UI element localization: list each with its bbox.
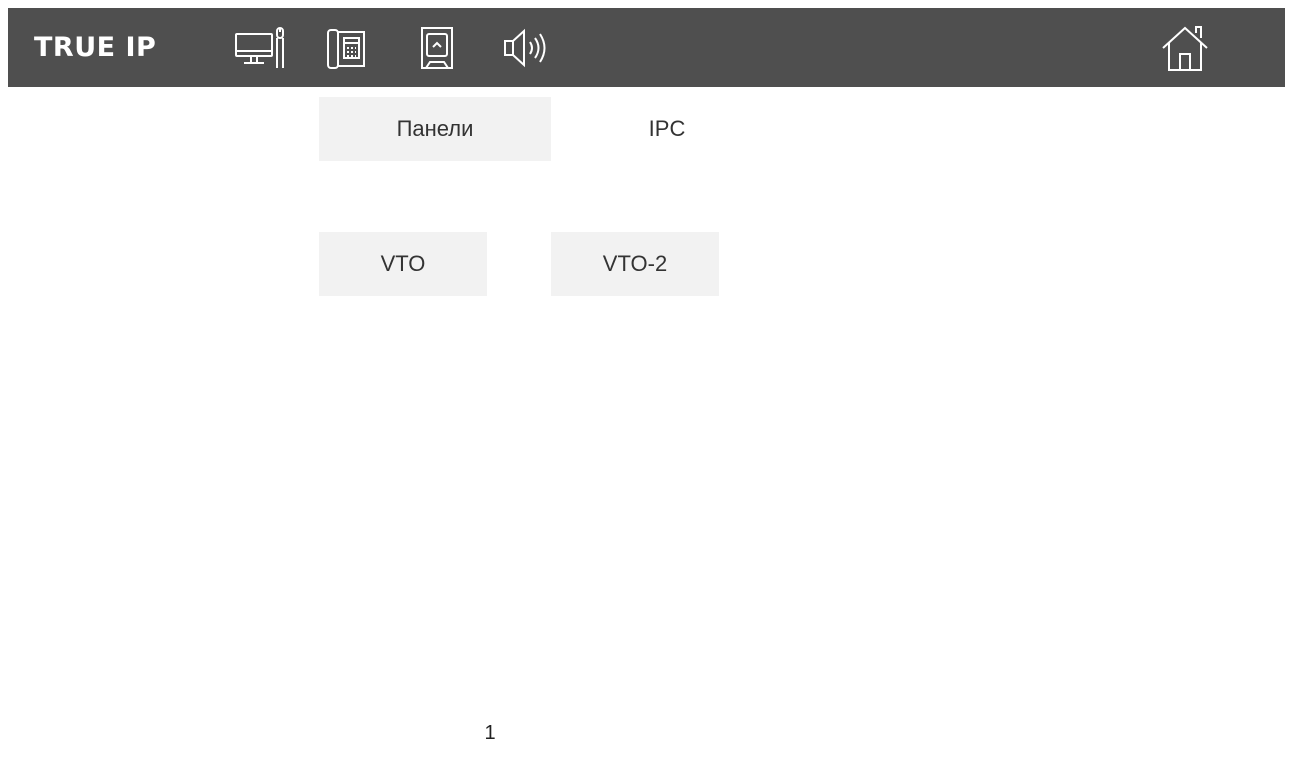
tab-ipc[interactable]: IPC — [551, 97, 783, 161]
tab-panels[interactable]: Панели — [319, 97, 551, 161]
device-button-vto-2[interactable]: VTO-2 — [551, 232, 719, 296]
sd-card-icon[interactable] — [416, 24, 458, 72]
home-icon[interactable] — [1158, 22, 1212, 71]
speaker-icon[interactable] — [502, 24, 550, 72]
monitor-icon[interactable] — [234, 24, 286, 72]
page-number[interactable]: 1 — [470, 722, 510, 745]
top-bar: TRUE IP — [8, 8, 1285, 87]
brand-logo: TRUE IP — [34, 32, 157, 63]
intercom-icon[interactable] — [326, 24, 368, 72]
device-button-vto[interactable]: VTO — [319, 232, 487, 296]
